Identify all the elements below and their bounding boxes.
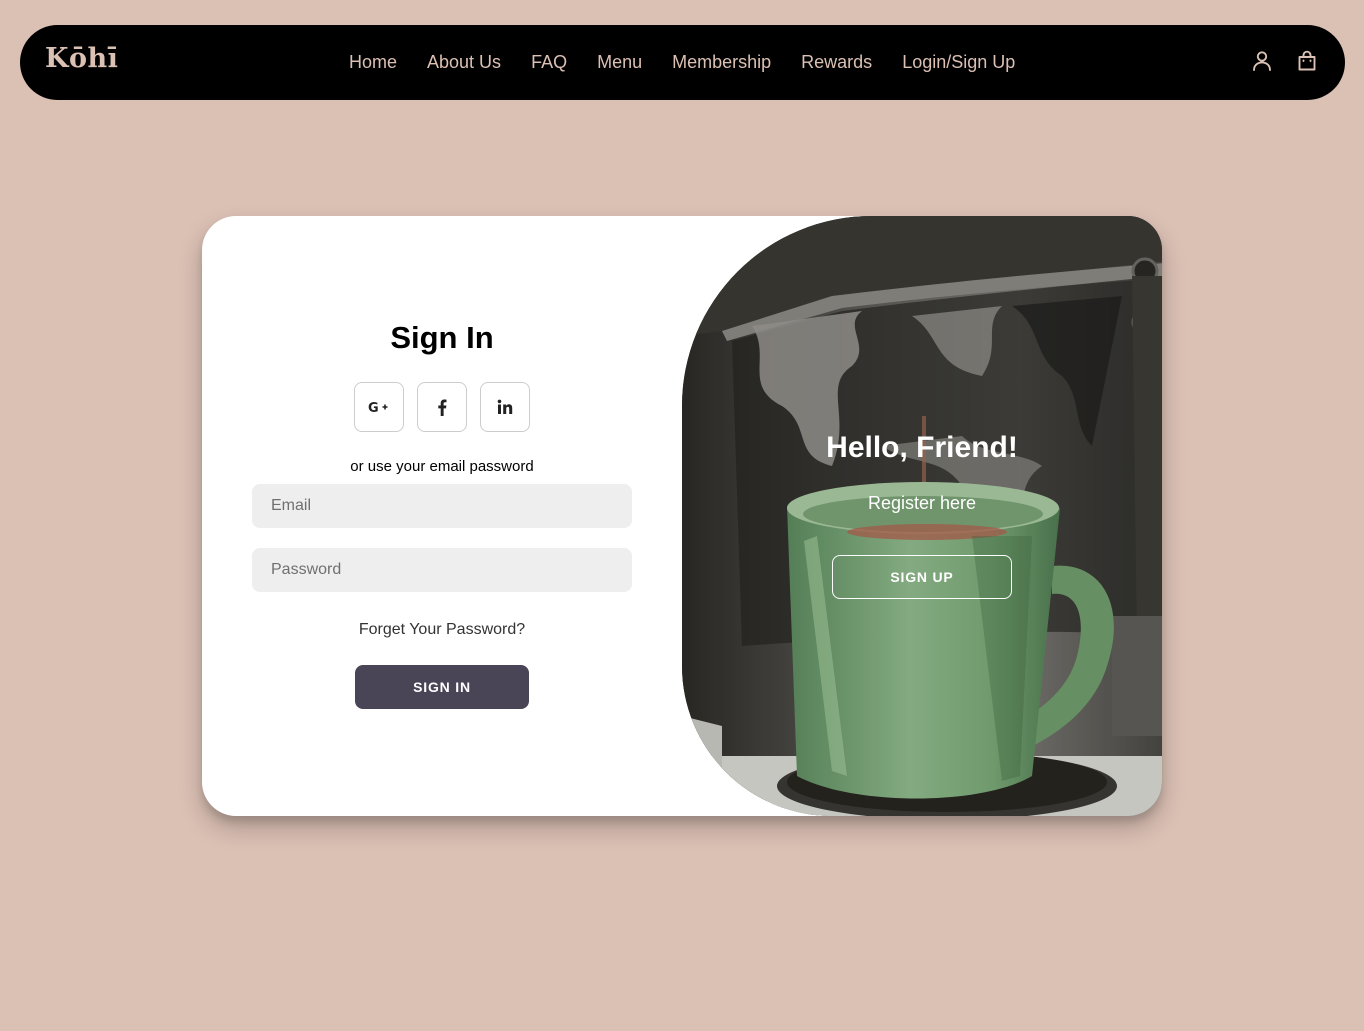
nav-link-membership[interactable]: Membership <box>672 52 771 73</box>
signup-panel-title: Hello, Friend! <box>826 431 1018 464</box>
email-input[interactable] <box>252 484 632 528</box>
nav-link-home[interactable]: Home <box>349 52 397 73</box>
coffee-machine-image <box>682 216 1162 816</box>
nav-link-faq[interactable]: FAQ <box>531 52 567 73</box>
forgot-password-link[interactable]: Forget Your Password? <box>202 621 682 639</box>
signin-title: Sign In <box>390 320 494 355</box>
signup-panel-subtitle: Register here <box>867 493 977 513</box>
auth-card: Sign In G or use your email password Ema… <box>202 216 1162 816</box>
facebook-button[interactable] <box>417 382 467 432</box>
user-icon[interactable] <box>1250 49 1274 73</box>
facebook-icon <box>437 399 447 416</box>
shopping-bag-icon[interactable] <box>1295 49 1319 73</box>
nav-links: Home About Us FAQ Menu Membership Reward… <box>349 25 1015 100</box>
google-plus-icon: G <box>368 400 390 414</box>
signup-button[interactable]: SIGN UP <box>832 555 1012 599</box>
nav-link-menu[interactable]: Menu <box>597 52 642 73</box>
brand-logo[interactable]: Kōhī <box>45 43 118 74</box>
nav-link-login-signup[interactable]: Login/Sign Up <box>902 52 1015 73</box>
signin-button[interactable]: SIGN IN <box>355 665 529 709</box>
nav-link-rewards[interactable]: Rewards <box>801 52 872 73</box>
social-login-row: G <box>354 382 530 432</box>
signin-form: Sign In G or use your email password Ema… <box>202 216 682 816</box>
google-plus-button[interactable]: G <box>354 382 404 432</box>
linkedin-button[interactable] <box>480 382 530 432</box>
svg-text:G: G <box>368 401 379 414</box>
navbar: Kōhī Home About Us FAQ Menu Membership R… <box>20 25 1345 100</box>
nav-link-about-us[interactable]: About Us <box>427 52 501 73</box>
linkedin-icon <box>497 399 513 415</box>
password-input[interactable] <box>252 548 632 592</box>
email-option-text: or use your email password <box>350 458 534 475</box>
signup-panel: Hello, Friend! Register here SIGN UP <box>682 216 1162 816</box>
